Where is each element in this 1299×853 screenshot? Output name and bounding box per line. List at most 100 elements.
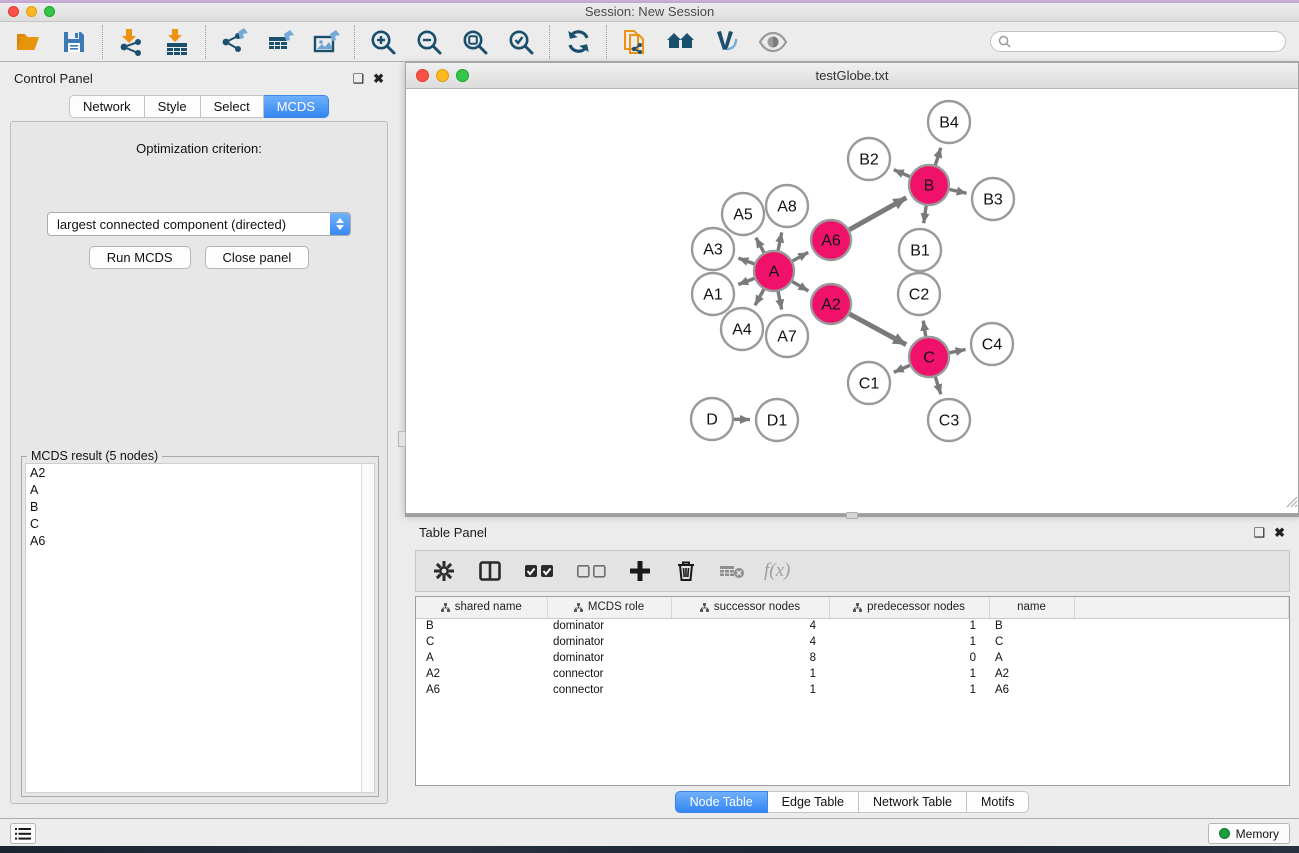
table-cell[interactable]: A6	[989, 682, 1074, 698]
graph-node-C4[interactable]: C4	[971, 323, 1013, 365]
clone-network-icon[interactable]	[620, 27, 650, 57]
column-header[interactable]: MCDS role	[547, 597, 671, 618]
table-cell[interactable]: dominator	[547, 618, 671, 634]
run-mcds-button[interactable]: Run MCDS	[89, 246, 191, 269]
search-field[interactable]	[990, 31, 1286, 52]
memory-button[interactable]: Memory	[1208, 823, 1290, 844]
graph-node-B4[interactable]: B4	[928, 101, 970, 143]
refresh-layout-icon[interactable]	[563, 27, 593, 57]
save-session-icon[interactable]	[59, 27, 89, 57]
table-cell[interactable]: A2	[416, 666, 547, 682]
tab-motifs[interactable]: Motifs	[967, 791, 1029, 813]
function-builder-icon[interactable]: f(x)	[764, 557, 790, 585]
network-window-titlebar[interactable]: testGlobe.txt	[406, 63, 1298, 89]
list-item[interactable]: A6	[26, 532, 374, 549]
optimization-criterion-dropdown[interactable]: largest connected component (directed)	[47, 212, 351, 236]
graph-node-C[interactable]: C	[909, 337, 949, 377]
import-network-icon[interactable]	[116, 27, 146, 57]
table-cell[interactable]: 1	[671, 666, 829, 682]
tab-select[interactable]: Select	[201, 95, 264, 118]
mcds-result-list[interactable]: A2ABCA6	[25, 463, 375, 793]
graph-node-C3[interactable]: C3	[928, 399, 970, 441]
zoom-selected-icon[interactable]	[506, 27, 536, 57]
table-cell[interactable]: 1	[671, 682, 829, 698]
tab-edge-table[interactable]: Edge Table	[768, 791, 859, 813]
table-cell[interactable]: 0	[829, 650, 989, 666]
list-item[interactable]: C	[26, 515, 374, 532]
graph-node-D1[interactable]: D1	[756, 399, 798, 441]
delete-table-icon[interactable]	[718, 557, 746, 585]
column-header[interactable]: successor nodes	[671, 597, 829, 618]
select-all-icon[interactable]	[522, 557, 556, 585]
table-cell[interactable]: C	[989, 634, 1074, 650]
tab-network-table[interactable]: Network Table	[859, 791, 967, 813]
table-row[interactable]: Adominator80A	[416, 650, 1289, 666]
minimize-window-button[interactable]	[26, 6, 37, 17]
columns-icon[interactable]	[476, 557, 504, 585]
graph-node-B[interactable]: B	[909, 165, 949, 205]
result-list-scrollbar[interactable]	[361, 464, 374, 792]
node-table[interactable]: shared nameMCDS rolesuccessor nodesprede…	[415, 596, 1290, 786]
export-image-icon[interactable]	[311, 27, 341, 57]
graph-node-A6[interactable]: A6	[811, 220, 851, 260]
unselect-all-icon[interactable]	[574, 557, 608, 585]
horizontal-splitter[interactable]	[405, 514, 1299, 517]
tab-mcds[interactable]: MCDS	[264, 95, 329, 118]
table-cell[interactable]: B	[989, 618, 1074, 634]
close-table-panel-icon[interactable]: ✖	[1274, 526, 1285, 539]
column-header[interactable]: name	[989, 597, 1074, 618]
tab-node-table[interactable]: Node Table	[675, 791, 768, 813]
maximize-window-button[interactable]	[44, 6, 55, 17]
table-cell[interactable]: 4	[671, 634, 829, 650]
export-table-icon[interactable]	[265, 27, 295, 57]
import-table-icon[interactable]	[162, 27, 192, 57]
network-canvas[interactable]: B4B2BB3A8A5A6A3B1AA1C2A2A4A7C4CC1C3DD1	[408, 90, 1296, 511]
graph-node-A5[interactable]: A5	[722, 193, 764, 235]
graph-node-C2[interactable]: C2	[898, 273, 940, 315]
show-hide-eye-icon[interactable]	[758, 27, 788, 57]
panel-splitter-grip[interactable]	[398, 431, 406, 447]
list-item[interactable]: B	[26, 498, 374, 515]
graph-node-A8[interactable]: A8	[766, 185, 808, 227]
list-item[interactable]: A2	[26, 464, 374, 481]
delete-column-icon[interactable]	[672, 557, 700, 585]
graph-node-B2[interactable]: B2	[848, 138, 890, 180]
table-cell[interactable]: A	[989, 650, 1074, 666]
open-session-icon[interactable]	[13, 27, 43, 57]
list-item[interactable]: A	[26, 481, 374, 498]
graph-node-A2[interactable]: A2	[811, 284, 851, 324]
graph-node-A7[interactable]: A7	[766, 315, 808, 357]
table-cell[interactable]: B	[416, 618, 547, 634]
network-maximize-button[interactable]	[456, 69, 469, 82]
zoom-in-icon[interactable]	[368, 27, 398, 57]
graph-node-A[interactable]: A	[754, 251, 794, 291]
zoom-out-icon[interactable]	[414, 27, 444, 57]
table-cell[interactable]: connector	[547, 682, 671, 698]
settings-gear-icon[interactable]	[430, 557, 458, 585]
export-network-icon[interactable]	[219, 27, 249, 57]
window-resize-grip[interactable]	[1284, 494, 1298, 513]
table-cell[interactable]: connector	[547, 666, 671, 682]
zoom-fit-icon[interactable]	[460, 27, 490, 57]
graph-node-B1[interactable]: B1	[899, 229, 941, 271]
graphics-details-icon[interactable]	[712, 27, 742, 57]
table-cell[interactable]: A2	[989, 666, 1074, 682]
table-cell[interactable]: dominator	[547, 650, 671, 666]
table-cell[interactable]: 1	[829, 634, 989, 650]
close-panel-button[interactable]: Close panel	[205, 246, 310, 269]
table-cell[interactable]: 8	[671, 650, 829, 666]
table-cell[interactable]: 4	[671, 618, 829, 634]
network-close-button[interactable]	[416, 69, 429, 82]
graph-node-D[interactable]: D	[691, 398, 733, 440]
table-row[interactable]: A2connector11A2	[416, 666, 1289, 682]
tab-network[interactable]: Network	[69, 95, 145, 118]
column-header[interactable]: predecessor nodes	[829, 597, 989, 618]
close-panel-icon[interactable]: ✖	[373, 72, 384, 85]
graph-edge-A6-B[interactable]	[846, 198, 907, 232]
graph-node-A1[interactable]: A1	[692, 273, 734, 315]
float-panel-icon[interactable]: ❑	[352, 72, 364, 85]
table-cell[interactable]: 1	[829, 618, 989, 634]
network-minimize-button[interactable]	[436, 69, 449, 82]
graph-edge-A2-C[interactable]	[846, 312, 906, 345]
tab-style[interactable]: Style	[145, 95, 201, 118]
